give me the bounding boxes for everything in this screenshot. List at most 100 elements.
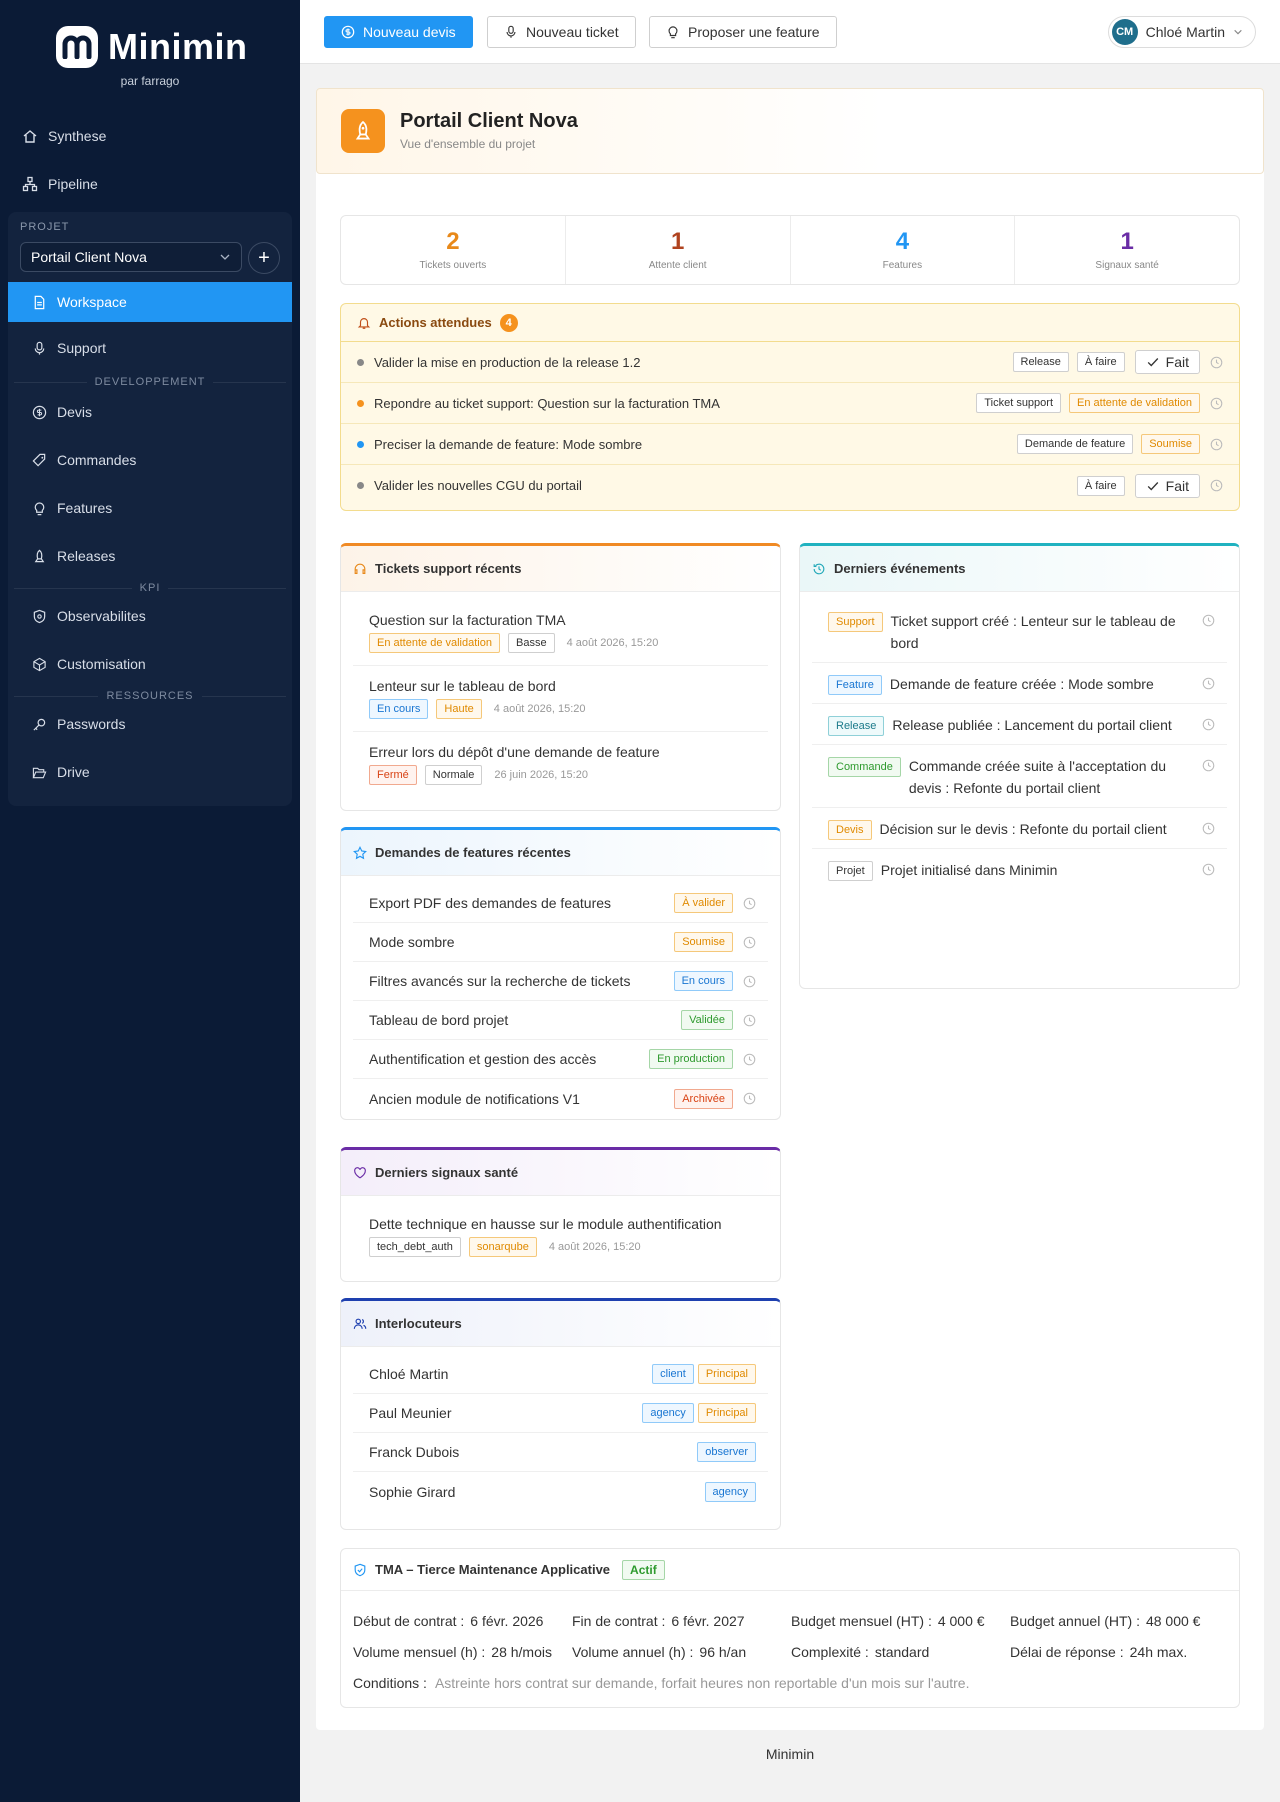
ticket-title: Question sur la facturation TMA xyxy=(369,612,566,628)
sidebar-item-observabilites[interactable]: Observabilites xyxy=(8,596,292,636)
check-icon xyxy=(1147,358,1158,367)
add-project-button[interactable]: + xyxy=(248,242,280,274)
clock-icon xyxy=(743,1053,756,1065)
history-icon xyxy=(813,563,825,574)
tma-contract-card: TMA – Tierce Maintenance Applicative Act… xyxy=(340,1548,1240,1708)
action-text: Valider la mise en production de la rele… xyxy=(374,354,641,370)
contact-row[interactable]: Sophie Girard agency xyxy=(353,1472,768,1511)
brand-subtitle: par farrago xyxy=(120,74,180,88)
clock-icon xyxy=(743,936,756,948)
sidebar-item-label: Workspace xyxy=(57,294,127,310)
lightbulb-icon xyxy=(668,26,678,39)
tickets-card: Tickets support récents Question sur la … xyxy=(340,543,781,811)
sidebar-item-passwords[interactable]: Passwords xyxy=(8,704,292,744)
event-text: Décision sur le devis : Refonte du porta… xyxy=(879,821,1167,837)
feature-row[interactable]: Tableau de bord projet Validée xyxy=(353,1001,768,1040)
feature-row[interactable]: Export PDF des demandes de features À va… xyxy=(353,884,768,923)
ticket-row[interactable]: Erreur lors du dépôt d'une demande de fe… xyxy=(353,732,768,798)
events-card-header: Derniers événements xyxy=(800,546,1239,592)
brand-logo[interactable]: Minimin xyxy=(56,26,247,68)
status-dot xyxy=(357,399,364,407)
contact-row[interactable]: Franck Dubois observer xyxy=(353,1433,768,1472)
sidebar-item-releases[interactable]: Releases xyxy=(8,536,292,576)
new-ticket-button[interactable]: Nouveau ticket xyxy=(487,16,636,48)
actions-count-badge: 4 xyxy=(499,313,518,332)
contact-row[interactable]: Paul Meunier agency Principal xyxy=(353,1394,768,1433)
contacts-card-title: Interlocuteurs xyxy=(375,1316,462,1331)
clock-icon xyxy=(1202,677,1215,690)
action-row: Valider la mise en production de la rele… xyxy=(341,342,1239,383)
tma-monthly-volume-label: Volume mensuel (h) : xyxy=(353,1643,486,1660)
tma-card-header: TMA – Tierce Maintenance Applicative Act… xyxy=(341,1549,1239,1591)
event-text: Release publiée : Lancement du portail c… xyxy=(892,717,1172,733)
feature-row[interactable]: Ancien module de notifications V1 Archiv… xyxy=(353,1079,768,1118)
project-select[interactable]: Portail Client Nova xyxy=(20,242,242,272)
stat-health-signals[interactable]: 1 Signaux santé xyxy=(1015,216,1239,284)
propose-feature-button[interactable]: Proposer une feature xyxy=(649,16,837,48)
rocket-icon xyxy=(341,109,385,153)
ticket-priority-badge: Normale xyxy=(424,765,483,785)
new-quote-label: Nouveau devis xyxy=(363,24,456,40)
action-text: Valider les nouvelles CGU du portail xyxy=(374,478,582,493)
contact-role-badge: agency xyxy=(704,1481,756,1502)
action-row: Repondre au ticket support: Question sur… xyxy=(341,383,1239,424)
features-card-title: Demandes de features récentes xyxy=(375,845,571,860)
sidebar-item-workspace[interactable]: Workspace xyxy=(8,282,292,322)
feature-row[interactable]: Authentification et gestion des accès En… xyxy=(353,1040,768,1079)
stat-value: 1 xyxy=(670,228,685,255)
contact-role-badge: observer xyxy=(697,1442,756,1462)
stats-bar: 2 Tickets ouverts 1 Attente client 4 Fea… xyxy=(340,215,1240,285)
user-menu[interactable]: CM Chloé Martin xyxy=(1107,16,1256,48)
stat-awaiting-client[interactable]: 1 Attente client xyxy=(566,216,791,284)
tma-annual-budget-label: Budget annuel (HT) : xyxy=(1010,1612,1140,1629)
ticket-date: 4 août 2026, 15:20 xyxy=(566,637,659,649)
ticket-row[interactable]: Lenteur sur le tableau de bord En cours … xyxy=(353,666,768,732)
users-icon xyxy=(353,1318,367,1329)
tag-icon xyxy=(32,453,46,467)
sidebar-item-label: Features xyxy=(57,500,113,516)
feature-status-badge: Validée xyxy=(681,1010,733,1030)
tma-conditions-value: Astreinte hors contrat sur demande, forf… xyxy=(434,1674,970,1691)
new-quote-button[interactable]: Nouveau devis xyxy=(324,16,473,48)
event-text: Commande créée suite à l'acceptation du … xyxy=(908,758,1167,796)
ticket-row[interactable]: Question sur la facturation TMA En atten… xyxy=(353,600,768,666)
mark-done-button[interactable]: Fait xyxy=(1134,473,1200,498)
contact-name: Franck Dubois xyxy=(369,1444,460,1460)
key-icon xyxy=(33,718,46,731)
actions-title: Actions attendues xyxy=(379,315,492,330)
sidebar-item-drive[interactable]: Drive xyxy=(8,752,292,792)
chevron-down-icon xyxy=(1234,29,1242,35)
event-row: Release Release publiée : Lancement du p… xyxy=(812,704,1227,745)
contacts-card: Interlocuteurs Chloé Martin client Princ… xyxy=(340,1298,781,1530)
features-card: Demandes de features récentes Export PDF… xyxy=(340,827,781,1120)
nav-pipeline[interactable]: Pipeline xyxy=(22,169,98,199)
stat-features[interactable]: 4 Features xyxy=(791,216,1016,284)
dollar-circle-icon xyxy=(341,25,355,39)
event-row: Support Ticket support créé : Lenteur su… xyxy=(812,600,1227,663)
status-dot xyxy=(357,358,364,366)
sidebar-item-commandes[interactable]: Commandes xyxy=(8,440,292,480)
home-icon xyxy=(23,130,37,143)
ticket-priority-badge: Haute xyxy=(436,699,482,719)
feature-row[interactable]: Filtres avancés sur la recherche de tick… xyxy=(353,962,768,1001)
tma-title: TMA – Tierce Maintenance Applicative xyxy=(375,1562,611,1577)
project-select-value: Portail Client Nova xyxy=(31,249,147,265)
feature-status-badge: À valider xyxy=(674,893,733,913)
mark-done-button[interactable]: Fait xyxy=(1134,350,1200,374)
action-text: Preciser la demande de feature: Mode som… xyxy=(374,436,643,452)
stat-tickets-open[interactable]: 2 Tickets ouverts xyxy=(341,216,566,284)
stat-label: Attente client xyxy=(648,260,707,271)
sidebar-item-support[interactable]: Support xyxy=(8,328,292,368)
sidebar-item-customisation[interactable]: Customisation xyxy=(8,644,292,684)
nav-synthese[interactable]: Synthese xyxy=(22,121,106,151)
sidebar-item-devis[interactable]: Devis xyxy=(8,392,292,432)
feature-row[interactable]: Mode sombre Soumise xyxy=(353,923,768,962)
sidebar-item-features[interactable]: Features xyxy=(8,488,292,528)
signal-row[interactable]: Dette technique en hausse sur le module … xyxy=(353,1204,768,1270)
headset-icon xyxy=(354,563,366,574)
ticket-title: Erreur lors du dépôt d'une demande de fe… xyxy=(369,744,660,760)
contact-row[interactable]: Chloé Martin client Principal xyxy=(353,1355,768,1394)
signal-title: Dette technique en hausse sur le module … xyxy=(369,1216,722,1232)
tma-end-value: 6 févr. 2027 xyxy=(671,1612,745,1629)
microphone-icon xyxy=(34,341,45,355)
